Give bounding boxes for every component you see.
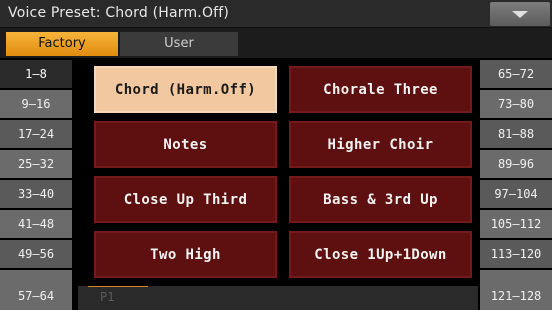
tab-bar: Factory User <box>0 28 552 58</box>
page-button-9-16[interactable]: 9–16 <box>0 90 72 118</box>
page-button-97-104[interactable]: 97–104 <box>480 180 552 208</box>
page-menu-button[interactable] <box>490 2 550 26</box>
page-indicator: P1 <box>100 290 115 304</box>
page-button-81-88[interactable]: 81–88 <box>480 120 552 148</box>
page-button-17-24[interactable]: 17–24 <box>0 120 72 148</box>
preset-higher-choir[interactable]: Higher Choir <box>289 121 472 168</box>
page-button-57-64[interactable]: 57–64 <box>0 270 72 310</box>
page-button-1-8[interactable]: 1–8 <box>0 60 72 88</box>
preset-close-1up-1down[interactable]: Close 1Up+1Down <box>289 231 472 278</box>
preset-bass-3rd-up[interactable]: Bass & 3rd Up <box>289 176 472 223</box>
page-button-73-80[interactable]: 73–80 <box>480 90 552 118</box>
page-button-25-32[interactable]: 25–32 <box>0 150 72 178</box>
page-indicator-tick <box>88 286 148 287</box>
page-button-65-72[interactable]: 65–72 <box>480 60 552 88</box>
tab-factory[interactable]: Factory <box>6 32 118 56</box>
preset-close-up-third[interactable]: Close Up Third <box>94 176 277 223</box>
page-button-49-56[interactable]: 49–56 <box>0 240 72 268</box>
page-button-105-112[interactable]: 105–112 <box>480 210 552 238</box>
preset-grid: Chord (Harm.Off) Chorale Three Notes Hig… <box>78 58 478 286</box>
window-title: Voice Preset: Chord (Harm.Off) <box>8 5 230 21</box>
page-button-89-96[interactable]: 89–96 <box>480 150 552 178</box>
preset-notes[interactable]: Notes <box>94 121 277 168</box>
page-button-33-40[interactable]: 33–40 <box>0 180 72 208</box>
page-indicator-bar: P1 <box>78 286 478 310</box>
preset-chorale-three[interactable]: Chorale Three <box>289 66 472 113</box>
preset-two-high[interactable]: Two High <box>94 231 277 278</box>
triangle-down-icon <box>512 11 528 18</box>
page-button-41-48[interactable]: 41–48 <box>0 210 72 238</box>
preset-chord-harm-off[interactable]: Chord (Harm.Off) <box>94 66 277 113</box>
tab-user[interactable]: User <box>120 32 238 56</box>
page-button-113-120[interactable]: 113–120 <box>480 240 552 268</box>
title-bar: Voice Preset: Chord (Harm.Off) <box>0 0 552 28</box>
page-button-121-128[interactable]: 121–128 <box>480 270 552 310</box>
